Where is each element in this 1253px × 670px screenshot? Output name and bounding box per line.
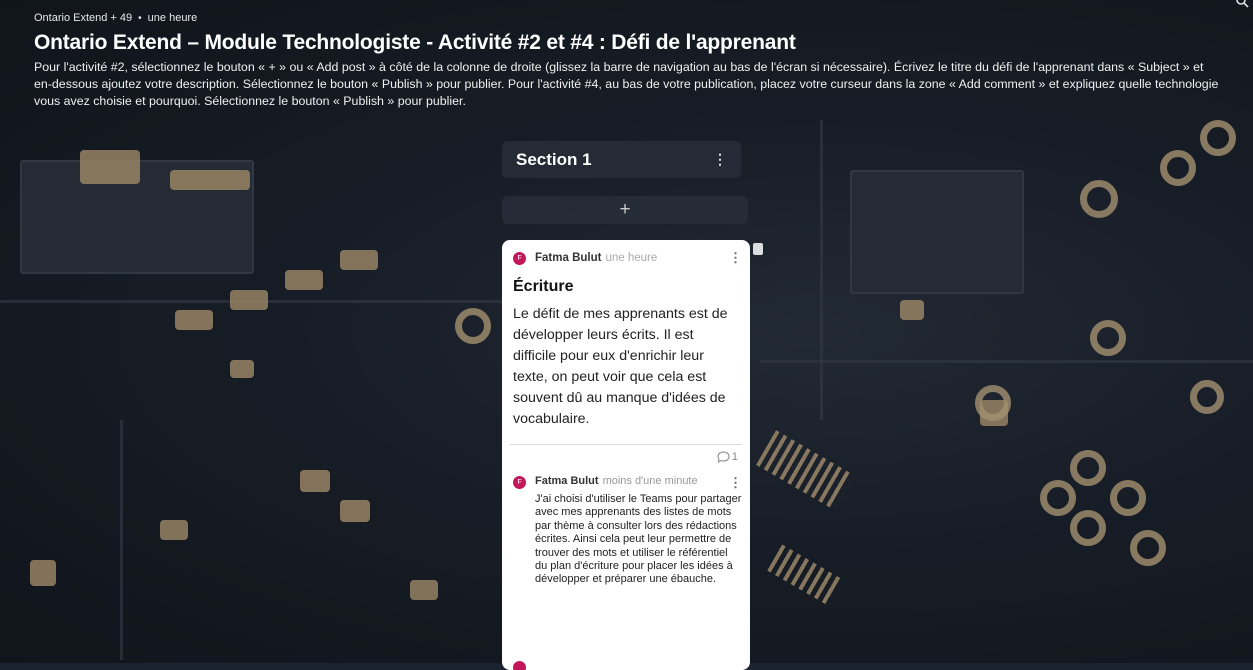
post-menu-icon[interactable]: ⋮ (729, 250, 742, 266)
page-title: Ontario Extend – Module Technologiste - … (34, 31, 796, 54)
add-post-button[interactable]: + (502, 196, 748, 224)
post-card[interactable]: F Fatma Bulut une heure ⋮ Écriture Le dé… (502, 240, 750, 670)
breadcrumb-separator: • (138, 12, 142, 24)
comment-icon (717, 451, 730, 463)
page-header: Ontario Extend + 49 • une heure Ontario … (34, 12, 1224, 110)
breadcrumb-owner[interactable]: Ontario Extend + 49 (34, 12, 132, 24)
section-menu-icon[interactable]: ⋮ (713, 151, 727, 168)
comment-text: J'ai choisi d'utiliser le Teams pour par… (535, 493, 742, 586)
post-title: Écriture (513, 278, 574, 295)
avatar: F (513, 251, 526, 265)
post-body: Le défit de mes apprenants est de dévelo… (513, 306, 728, 427)
breadcrumb-time: une heure (147, 12, 198, 24)
breadcrumb: Ontario Extend + 49 • une heure (34, 12, 1224, 24)
comment-author: Fatma Bulut (535, 475, 599, 487)
section-title: Section 1 (516, 149, 592, 169)
drag-handle[interactable] (753, 243, 763, 255)
search-icon[interactable] (1235, 0, 1249, 8)
post-time: une heure (605, 252, 658, 264)
comment-menu-icon[interactable]: ⋮ (729, 475, 742, 491)
comment-item: F Fatma Bulut moins d'une minute ⋮ J'ai … (502, 463, 750, 587)
comment-count[interactable]: 1 (502, 445, 750, 463)
comment-avatar: F (513, 476, 526, 489)
comment-time: moins d'une minute (602, 475, 698, 487)
next-comment-avatar (513, 661, 526, 670)
post-author: Fatma Bulut (535, 252, 602, 264)
post-header: F Fatma Bulut une heure ⋮ (502, 240, 750, 266)
comment-count-value: 1 (731, 451, 738, 463)
page-description: Pour l'activité #2, sélectionnez le bout… (34, 60, 1219, 108)
section-header: Section 1 ⋮ (502, 141, 741, 178)
